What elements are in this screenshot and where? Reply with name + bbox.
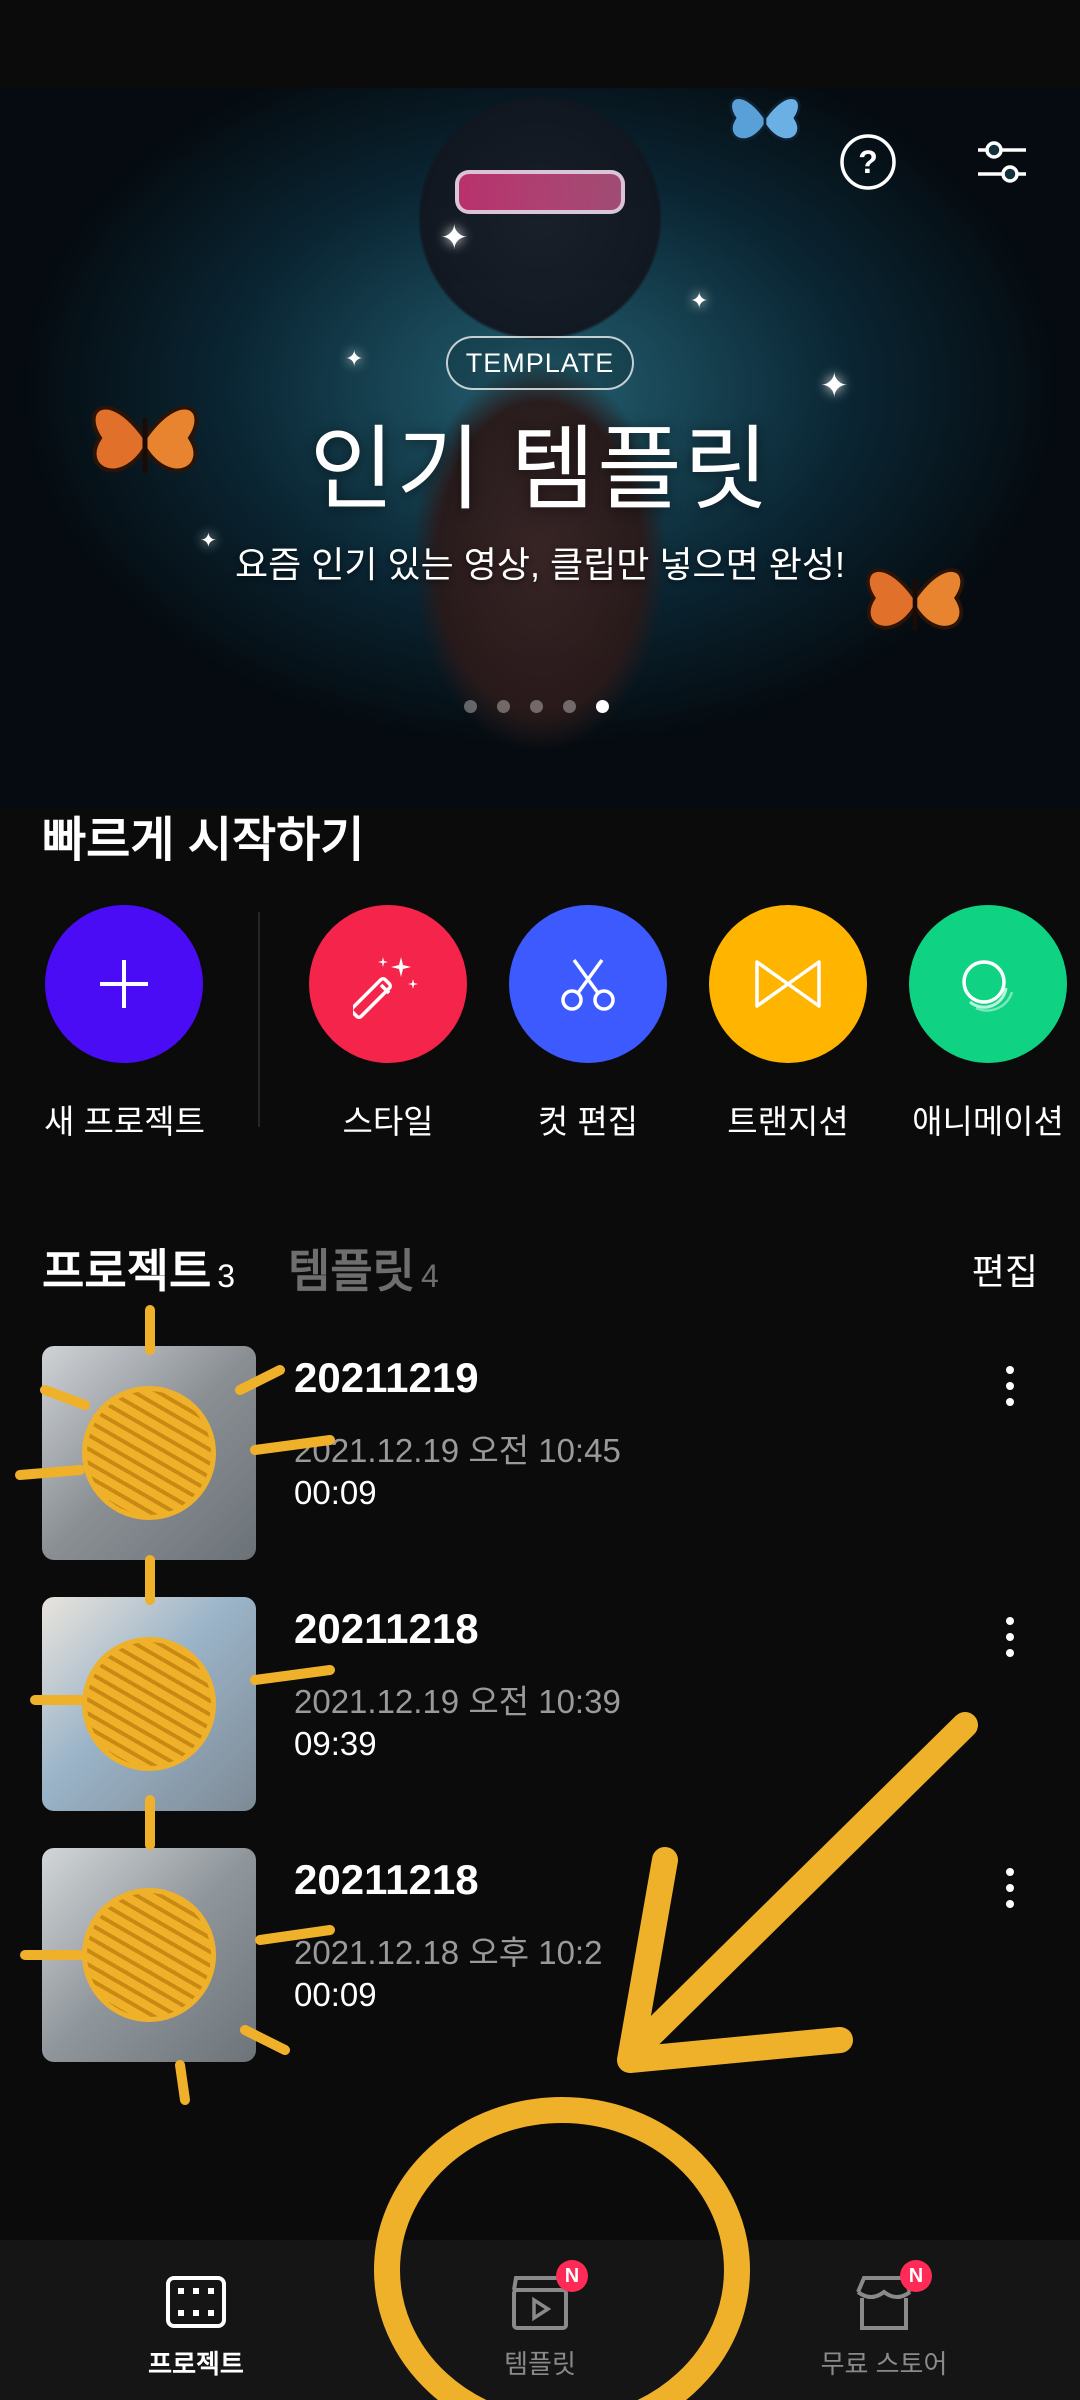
project-duration: 00:09 bbox=[294, 1976, 377, 2013]
more-options-icon[interactable] bbox=[990, 1356, 1030, 1416]
divider bbox=[258, 912, 260, 1127]
hero-image-glasses bbox=[455, 170, 625, 214]
carousel-dot-active[interactable] bbox=[596, 700, 609, 713]
plus-icon bbox=[100, 960, 148, 1008]
tab-projects[interactable]: 프로젝트 3 bbox=[42, 1235, 235, 1301]
style-button[interactable]: 스타일 bbox=[308, 905, 468, 1143]
project-thumbnail[interactable] bbox=[42, 1346, 256, 1560]
transition-button[interactable]: 트랜지션 bbox=[708, 905, 868, 1143]
project-duration: 00:09 bbox=[294, 1474, 377, 1511]
transition-icon bbox=[755, 960, 821, 1008]
carousel-indicator[interactable] bbox=[464, 700, 609, 713]
project-date: 2021.12.18 오후 10:2 bbox=[294, 1934, 603, 1971]
cut-edit-label: 컷 편집 bbox=[537, 1103, 639, 1140]
scissors-icon bbox=[561, 958, 615, 1011]
project-item[interactable]: 20211219 2021.12.19 오전 10:45 00:09 bbox=[42, 1346, 1038, 1560]
nav-projects[interactable]: 프로젝트 bbox=[76, 2240, 316, 2400]
project-date: 2021.12.19 오전 10:39 bbox=[294, 1683, 621, 1720]
sparkle-icon: ✦ bbox=[690, 288, 709, 313]
nav-free-store[interactable]: N 무료 스토어 bbox=[764, 2240, 1004, 2400]
cut-edit-circle[interactable] bbox=[509, 905, 667, 1063]
project-item[interactable]: 20211218 2021.12.18 오후 10:2 00:09 bbox=[42, 1848, 1038, 2062]
scribble-annotation bbox=[82, 1888, 216, 2022]
style-label: 스타일 bbox=[342, 1103, 434, 1140]
project-name: 20211218 bbox=[294, 1605, 479, 1652]
nav-free-store-label: 무료 스토어 bbox=[820, 2349, 948, 2379]
sliders-icon bbox=[978, 141, 1026, 183]
project-item[interactable]: 20211218 2021.12.19 오전 10:39 09:39 bbox=[42, 1597, 1038, 1811]
project-thumbnail[interactable] bbox=[42, 1848, 256, 2062]
carousel-dot[interactable] bbox=[497, 700, 510, 713]
new-project-button[interactable]: 새 프로젝트 bbox=[44, 905, 205, 1143]
edit-button[interactable]: 편집 bbox=[972, 1243, 1038, 1295]
bottom-navigation: 프로젝트 N 템플릿 N 무료 스토어 bbox=[0, 2240, 1080, 2400]
projects-tab-bar: 프로젝트 3 템플릿 4 편집 bbox=[42, 1235, 1038, 1305]
tab-templates[interactable]: 템플릿 4 bbox=[288, 1235, 439, 1301]
animation-circle[interactable] bbox=[909, 905, 1067, 1063]
sparkle-icon: ✦ bbox=[345, 346, 364, 371]
animation-label: 애니메이션 bbox=[912, 1103, 1064, 1140]
tab-templates-label: 템플릿 bbox=[288, 1245, 415, 1297]
new-badge: N bbox=[556, 2260, 588, 2292]
hero-subtitle: 요즘 인기 있는 영상, 클립만 넣으면 완성! bbox=[235, 544, 845, 585]
status-bar bbox=[0, 0, 1080, 88]
tab-projects-label: 프로젝트 bbox=[42, 1245, 212, 1297]
carousel-dot[interactable] bbox=[464, 700, 477, 713]
project-thumbnail[interactable] bbox=[42, 1597, 256, 1811]
nav-projects-label: 프로젝트 bbox=[148, 2349, 244, 2379]
new-project-circle[interactable] bbox=[45, 905, 203, 1063]
carousel-dot[interactable] bbox=[530, 700, 543, 713]
help-circle-icon: ? bbox=[840, 134, 896, 190]
transition-label: 트랜지션 bbox=[727, 1103, 849, 1140]
more-options-icon[interactable] bbox=[990, 1607, 1030, 1667]
template-badge: TEMPLATE bbox=[446, 336, 634, 390]
quick-start-title: 빠르게 시작하기 bbox=[42, 814, 365, 867]
help-button[interactable]: ? bbox=[838, 132, 898, 192]
project-date: 2021.12.19 오전 10:45 bbox=[294, 1432, 621, 1469]
nav-templates-label: 템플릿 bbox=[504, 2349, 576, 2379]
nav-templates[interactable]: N 템플릿 bbox=[420, 2240, 660, 2400]
animation-button[interactable]: 애니메이션 bbox=[908, 905, 1068, 1143]
svg-text:?: ? bbox=[858, 144, 878, 180]
scribble-annotation bbox=[82, 1637, 216, 1771]
hero-banner[interactable]: ✦ ✦ ✦ ✦ ✦ ? TEMPLATE 인기 템플릿 요즘 인기 있는 영상,… bbox=[0, 88, 1080, 808]
project-duration: 09:39 bbox=[294, 1725, 377, 1762]
transition-circle[interactable] bbox=[709, 905, 867, 1063]
scribble-annotation bbox=[82, 1386, 216, 1520]
project-name: 20211219 bbox=[294, 1354, 479, 1401]
carousel-dot[interactable] bbox=[563, 700, 576, 713]
hero-title: 인기 템플릿 bbox=[309, 419, 771, 521]
magic-wand-icon bbox=[353, 957, 418, 1019]
animation-icon bbox=[962, 960, 1014, 1012]
style-circle[interactable] bbox=[309, 905, 467, 1063]
film-icon bbox=[166, 2276, 226, 2328]
new-project-label: 새 프로젝트 bbox=[44, 1103, 205, 1140]
project-name: 20211218 bbox=[294, 1856, 479, 1903]
settings-button[interactable] bbox=[972, 132, 1032, 192]
sparkle-icon: ✦ bbox=[440, 219, 469, 257]
more-options-icon[interactable] bbox=[990, 1858, 1030, 1918]
tab-templates-count: 4 bbox=[420, 1258, 439, 1294]
tab-projects-count: 3 bbox=[217, 1258, 236, 1294]
butterfly-icon bbox=[729, 96, 801, 141]
new-badge: N bbox=[900, 2260, 932, 2292]
cut-edit-button[interactable]: 컷 편집 bbox=[508, 905, 668, 1143]
